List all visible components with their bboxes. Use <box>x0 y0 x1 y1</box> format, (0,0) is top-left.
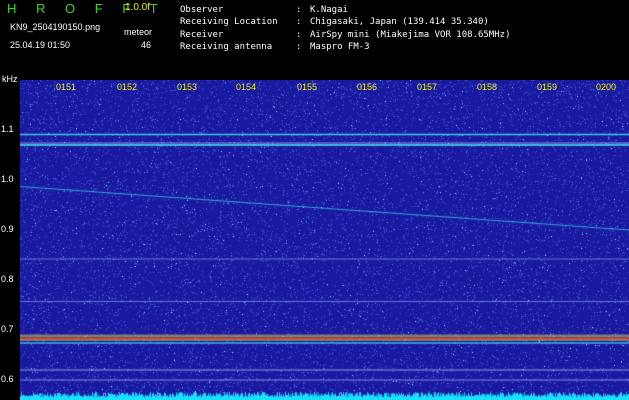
info-separator: : <box>296 41 302 52</box>
header-panel: H R O F F T 1.0.0f KN9_2504190150.png me… <box>0 0 629 72</box>
y-tick-label: 0.8 <box>1 274 14 284</box>
y-tick-label: 0.6 <box>1 374 14 384</box>
time-tick-label: 0158 <box>476 82 498 92</box>
station-info: Observer: K.Nagai Receiving Location: Chig… <box>180 4 510 53</box>
time-tick-label: 0151 <box>55 82 77 92</box>
info-value: K.Nagai <box>310 5 348 15</box>
time-tick-label: 0154 <box>235 82 257 92</box>
info-row-antenna: Receiving antenna: Maspro FM-3 <box>180 41 510 53</box>
info-label: Receiver <box>180 29 224 40</box>
info-label: Observer <box>180 5 224 15</box>
meteor-label: meteor <box>124 27 153 37</box>
time-tick-label: 0156 <box>356 82 378 92</box>
info-separator: : <box>296 17 302 28</box>
time-tick-label: 0157 <box>416 82 438 92</box>
capture-datetime: 25.04.19 01:50 <box>10 40 71 50</box>
y-tick-label: 0.7 <box>1 324 14 334</box>
meteor-count: 46 <box>141 40 152 50</box>
waterfall-spectrogram <box>20 80 629 400</box>
info-row-location: Receiving Location: Chigasaki, Japan (139… <box>180 16 510 28</box>
info-value: Chigasaki, Japan (139.414 35.340) <box>310 17 489 28</box>
time-tick-label: 0200 <box>595 82 617 92</box>
y-tick-label: 1.1 <box>1 124 14 134</box>
time-tick-label: 0159 <box>536 82 558 92</box>
info-row-observer: Observer: K.Nagai <box>180 4 510 16</box>
time-tick-label: 0155 <box>296 82 318 92</box>
info-value: AirSpy mini (Miakejima VOR 108.65MHz) <box>310 29 511 40</box>
y-tick-label: 0.9 <box>1 224 14 234</box>
time-tick-label: 0153 <box>176 82 198 92</box>
info-label: Receiving Location <box>180 17 278 28</box>
info-separator: : <box>296 29 302 40</box>
time-tick-label: 0152 <box>116 82 138 92</box>
info-value: Maspro FM-3 <box>310 41 370 52</box>
y-axis-unit: kHz <box>2 74 18 84</box>
app-version: 1.0.0f <box>125 2 151 13</box>
y-tick-label: 1.0 <box>1 174 14 184</box>
file-name: KN9_2504190150.png <box>10 22 101 32</box>
info-separator: : <box>296 5 302 15</box>
info-label: Receiving antenna <box>180 41 273 52</box>
info-row-receiver: Receiver: AirSpy mini (Miakejima VOR 108.… <box>180 29 510 41</box>
